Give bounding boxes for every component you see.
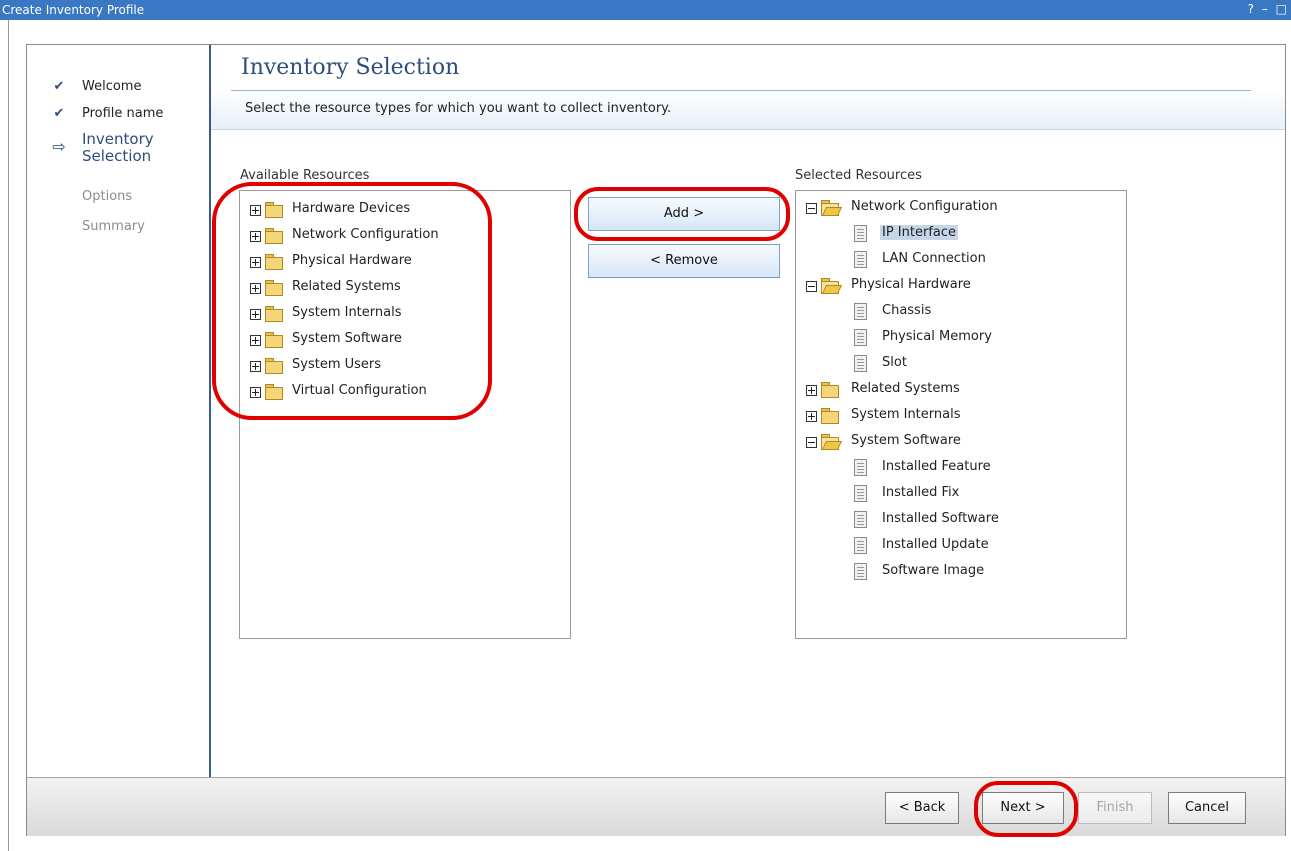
document-icon [854, 485, 867, 502]
document-icon [854, 303, 867, 320]
plus-box-icon[interactable] [250, 205, 261, 216]
folder-icon [265, 306, 283, 322]
folder-icon [821, 408, 839, 424]
tree-leaf-label: LAN Connection [882, 251, 986, 266]
wizard-content: Inventory Selection Select the resource … [211, 45, 1285, 777]
folder-open-icon [821, 278, 843, 294]
tree-leaf-label: Installed Fix [882, 485, 960, 500]
minus-box-icon[interactable] [806, 281, 817, 292]
tree-node-label: System Internals [851, 407, 961, 422]
document-icon [854, 537, 867, 554]
step-label-line1: Inventory [82, 130, 154, 148]
folder-icon [265, 228, 283, 244]
tree-node-label: Network Configuration [851, 199, 998, 214]
folder-icon [265, 332, 283, 348]
step-label-line2: Selection [82, 147, 152, 165]
remove-button[interactable]: < Remove [588, 244, 780, 278]
back-button[interactable]: < Back [885, 792, 959, 824]
next-button[interactable]: Next > [982, 792, 1064, 824]
tree-node-label: Physical Hardware [851, 277, 971, 292]
window-titlebar: Create Inventory Profile ? – □ [0, 0, 1291, 20]
wizard-steps: ✔ Welcome ✔ Profile name ⇨ Inventory Sel… [27, 45, 211, 777]
cancel-button[interactable]: Cancel [1168, 792, 1246, 824]
document-icon [854, 459, 867, 476]
tree-node-label: Related Systems [292, 279, 401, 294]
minus-box-icon[interactable] [806, 437, 817, 448]
plus-box-icon[interactable] [250, 257, 261, 268]
wizard-dialog: ✔ Welcome ✔ Profile name ⇨ Inventory Sel… [26, 44, 1286, 836]
tree-node-label: Virtual Configuration [292, 383, 427, 398]
folder-open-icon [821, 200, 843, 216]
document-icon [854, 225, 867, 242]
page-header: Inventory Selection Select the resource … [211, 45, 1285, 130]
folder-icon [265, 202, 283, 218]
wizard-footer: < Back Next > Finish Cancel [27, 777, 1285, 836]
folder-icon [265, 358, 283, 374]
tree-node-label: Network Configuration [292, 227, 439, 242]
checkmark-icon: ✔ [53, 106, 65, 121]
document-icon [854, 511, 867, 528]
maximize-icon[interactable]: □ [1276, 2, 1287, 16]
available-resources-label: Available Resources [240, 168, 370, 183]
folder-icon [821, 382, 839, 398]
document-icon [854, 355, 867, 372]
plus-box-icon[interactable] [250, 335, 261, 346]
tree-node-label: Related Systems [851, 381, 960, 396]
tree-node-label: System Users [292, 357, 382, 372]
window-controls: ? – □ [1244, 2, 1287, 16]
folder-open-icon [821, 434, 843, 450]
window-title: Create Inventory Profile [2, 3, 145, 17]
plus-box-icon[interactable] [250, 283, 261, 294]
folder-icon [265, 280, 283, 296]
plus-box-icon[interactable] [806, 411, 817, 422]
tree-leaf-label: Installed Update [882, 537, 989, 552]
tree-node-label: System Software [292, 331, 402, 346]
selected-resources-label: Selected Resources [795, 168, 922, 183]
selected-resources-list[interactable]: Network Configuration IP Interface LAN C… [795, 190, 1127, 639]
document-icon [854, 251, 867, 268]
step-label: Welcome [82, 79, 142, 94]
title-divider [231, 90, 1251, 91]
tree-node-label: Physical Hardware [292, 253, 412, 268]
plus-box-icon[interactable] [250, 231, 261, 242]
step-label: Options [82, 189, 133, 204]
tree-leaf-label: Installed Feature [882, 459, 991, 474]
plus-box-icon[interactable] [250, 387, 261, 398]
plus-box-icon[interactable] [806, 385, 817, 396]
tree-node-label: System Software [851, 433, 961, 448]
page-title: Inventory Selection [241, 55, 460, 80]
available-resources-list[interactable]: Hardware Devices Network Configuration P… [239, 190, 571, 639]
step-label: Summary [82, 219, 145, 234]
plus-box-icon[interactable] [250, 361, 261, 372]
arrow-right-icon: ⇨ [52, 137, 66, 156]
tree-leaf-label: Chassis [882, 303, 932, 318]
tree-leaf-label: Physical Memory [882, 329, 992, 344]
checkmark-icon: ✔ [53, 79, 65, 94]
tree-leaf-label: IP Interface [880, 225, 959, 240]
finish-button: Finish [1078, 792, 1152, 824]
folder-icon [265, 254, 283, 270]
document-icon [854, 563, 867, 580]
minimize-icon[interactable]: – [1262, 2, 1268, 16]
help-icon[interactable]: ? [1248, 2, 1254, 16]
folder-icon [265, 384, 283, 400]
tree-node-label: System Internals [292, 305, 402, 320]
tree-leaf-label: Installed Software [882, 511, 999, 526]
document-icon [854, 329, 867, 346]
plus-box-icon[interactable] [250, 309, 261, 320]
step-label: Profile name [82, 106, 164, 121]
add-button[interactable]: Add > [588, 197, 780, 231]
page-description: Select the resource types for which you … [245, 101, 672, 116]
tree-node-label: Hardware Devices [292, 201, 411, 216]
tree-leaf-label: Slot [882, 355, 907, 370]
tree-leaf-label: Software Image [882, 563, 985, 578]
minus-box-icon[interactable] [806, 203, 817, 214]
